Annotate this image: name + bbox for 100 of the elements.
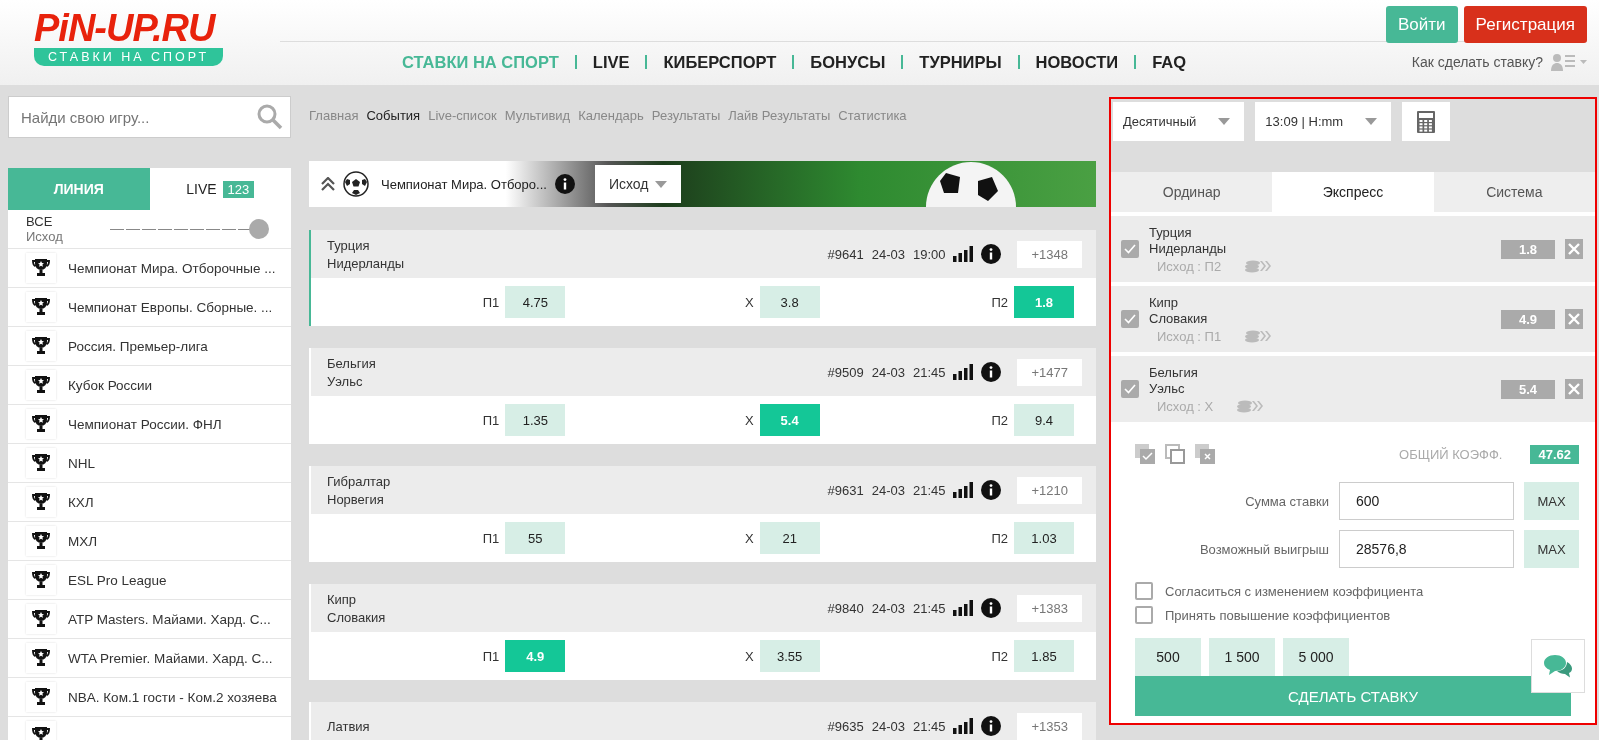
filter-title: ВСЕ (26, 214, 54, 229)
league-item[interactable]: МХЛ (8, 522, 291, 561)
league-item[interactable]: Чемпионат России. ФНЛ (8, 405, 291, 444)
info-icon[interactable] (981, 480, 1002, 500)
odds-button[interactable]: 3.8 (759, 286, 820, 318)
more-markets-button[interactable]: +1348 (1017, 240, 1082, 268)
league-name: Чемпионат России. ФНЛ (68, 416, 222, 432)
league-item[interactable]: Чемпионат Мира. Отборочные ... (8, 249, 291, 288)
delete-all-icon[interactable] (1195, 444, 1215, 464)
league-item[interactable]: ESL Pro League (8, 561, 291, 600)
nav-link[interactable]: FAQ (1134, 55, 1203, 69)
collapse-icon[interactable] (321, 177, 335, 191)
checkbox[interactable] (1121, 380, 1139, 398)
register-button[interactable]: Регистрация (1463, 6, 1587, 43)
trophy-icon (32, 492, 50, 512)
remove-button[interactable] (1565, 309, 1583, 329)
slider-knob[interactable] (249, 219, 269, 239)
nav-link[interactable]: НОВОСТИ (1017, 55, 1135, 69)
odds-button[interactable]: 1.35 (505, 404, 566, 436)
info-icon[interactable] (554, 174, 575, 194)
checkbox[interactable] (1135, 606, 1153, 624)
outcome-text: Исход : П1 (1157, 328, 1222, 344)
checkbox[interactable] (1135, 582, 1153, 600)
stats-icon[interactable] (953, 246, 974, 262)
search-field[interactable]: Найди свою игру... (8, 96, 291, 138)
team-name: Уэльс (1149, 380, 1186, 396)
bet-type-tab[interactable]: Экспресс (1272, 172, 1434, 212)
nav-link[interactable]: LIVE (574, 55, 646, 69)
input-field[interactable]: 600 (1339, 482, 1514, 520)
logo-title[interactable]: PiN-UP.RU (34, 10, 215, 46)
league-item[interactable]: Россия. Премьер-лига (8, 327, 291, 366)
total-odds-label: ОБЩИЙ КОЭФФ. (1399, 446, 1503, 462)
help-link[interactable]: Как сделать ставку? (1411, 54, 1543, 70)
calculator-button[interactable] (1402, 102, 1451, 141)
odds-button[interactable]: 3.55 (759, 640, 820, 672)
outcome-label: П2 (991, 648, 1008, 664)
search-icon[interactable] (257, 104, 283, 130)
checkbox[interactable] (1121, 310, 1139, 328)
max-button[interactable]: MAX (1524, 482, 1579, 520)
odds-button[interactable]: 9.4 (1014, 404, 1074, 436)
coins-arrow-icon[interactable] (1245, 259, 1274, 273)
odds-button[interactable]: 1.03 (1014, 522, 1074, 554)
quick-amount-button[interactable]: 1 500 (1209, 638, 1275, 676)
nav-link[interactable]: КИБЕРСПОРТ (645, 55, 793, 69)
nav-link[interactable]: ТУРНИРЫ (901, 55, 1018, 69)
breadcrumb-link[interactable]: События (366, 108, 421, 139)
max-button[interactable]: MAX (1524, 530, 1579, 568)
stats-icon[interactable] (953, 482, 974, 498)
league-item[interactable]: Чемпионат Европы. Сборные. ... (8, 288, 291, 327)
bet-type-tab[interactable]: Ординар (1111, 172, 1273, 212)
outcome-label: X (745, 412, 754, 428)
bet-type-tab[interactable]: Система (1433, 172, 1595, 212)
match-id: #9509 (827, 364, 864, 380)
nav-link[interactable]: БОНУСЫ (792, 55, 902, 69)
remove-button[interactable] (1565, 379, 1583, 399)
chat-button[interactable] (1531, 639, 1585, 693)
odds-format-dropdown[interactable]: Десятичный (1113, 102, 1245, 141)
quick-amount-button[interactable]: 5 000 (1283, 638, 1349, 676)
copy-icon[interactable] (1165, 444, 1185, 464)
info-icon[interactable] (981, 244, 1002, 264)
more-markets-button[interactable]: +1383 (1017, 594, 1082, 622)
league-item[interactable]: WTA Premier. Майами. Хард. С... (8, 639, 291, 678)
input-field[interactable]: 28576,8 (1339, 530, 1514, 568)
info-icon[interactable] (981, 716, 1002, 736)
odds-button[interactable]: 4.75 (505, 286, 566, 318)
league-item[interactable]: NHL (8, 444, 291, 483)
league-item[interactable]: Кубок России (8, 366, 291, 405)
quick-amount-button[interactable]: 500 (1135, 638, 1201, 676)
team-name: Гибралтар (327, 473, 392, 489)
league-item[interactable]: ATP Masters. Майами. Хард. С... (8, 600, 291, 639)
coins-arrow-icon[interactable] (1245, 329, 1274, 343)
outcome-label: X (745, 648, 754, 664)
filter-subtitle: Исход (26, 229, 64, 244)
trophy-icon (32, 648, 50, 668)
more-markets-button[interactable]: +1353 (1017, 712, 1082, 740)
stats-icon[interactable] (953, 718, 974, 734)
odds-button[interactable]: 55 (505, 522, 566, 554)
more-markets-button[interactable]: +1210 (1017, 476, 1082, 504)
league-item[interactable]: КХЛ (8, 483, 291, 522)
coins-arrow-icon[interactable] (1237, 399, 1266, 413)
time-format-dropdown[interactable]: 13:09 | H:mm (1255, 102, 1392, 141)
match-time: 21:45 (912, 600, 946, 616)
checkbox[interactable] (1121, 240, 1139, 258)
select-all-icon[interactable] (1135, 444, 1155, 464)
info-icon[interactable] (981, 362, 1002, 382)
league-name: NHL (68, 455, 95, 471)
stats-icon[interactable] (953, 364, 974, 380)
league-item[interactable]: NBA. Ком.1 гости - Ком.2 хозяева (8, 678, 291, 717)
odds-button[interactable]: 21 (759, 522, 820, 554)
odds-button[interactable]: 1.85 (1014, 640, 1074, 672)
caret-icon (654, 180, 667, 188)
info-icon[interactable] (981, 598, 1002, 618)
stats-icon[interactable] (953, 600, 974, 616)
more-markets-button[interactable]: +1477 (1017, 358, 1082, 386)
user-list-icon[interactable] (1551, 52, 1587, 72)
remove-button[interactable] (1565, 239, 1583, 259)
trophy-icon (32, 297, 50, 317)
team-name: Кипр (1149, 294, 1180, 310)
market-dropdown[interactable]: Исход (594, 165, 681, 203)
team-name: Норвегия (327, 491, 385, 507)
